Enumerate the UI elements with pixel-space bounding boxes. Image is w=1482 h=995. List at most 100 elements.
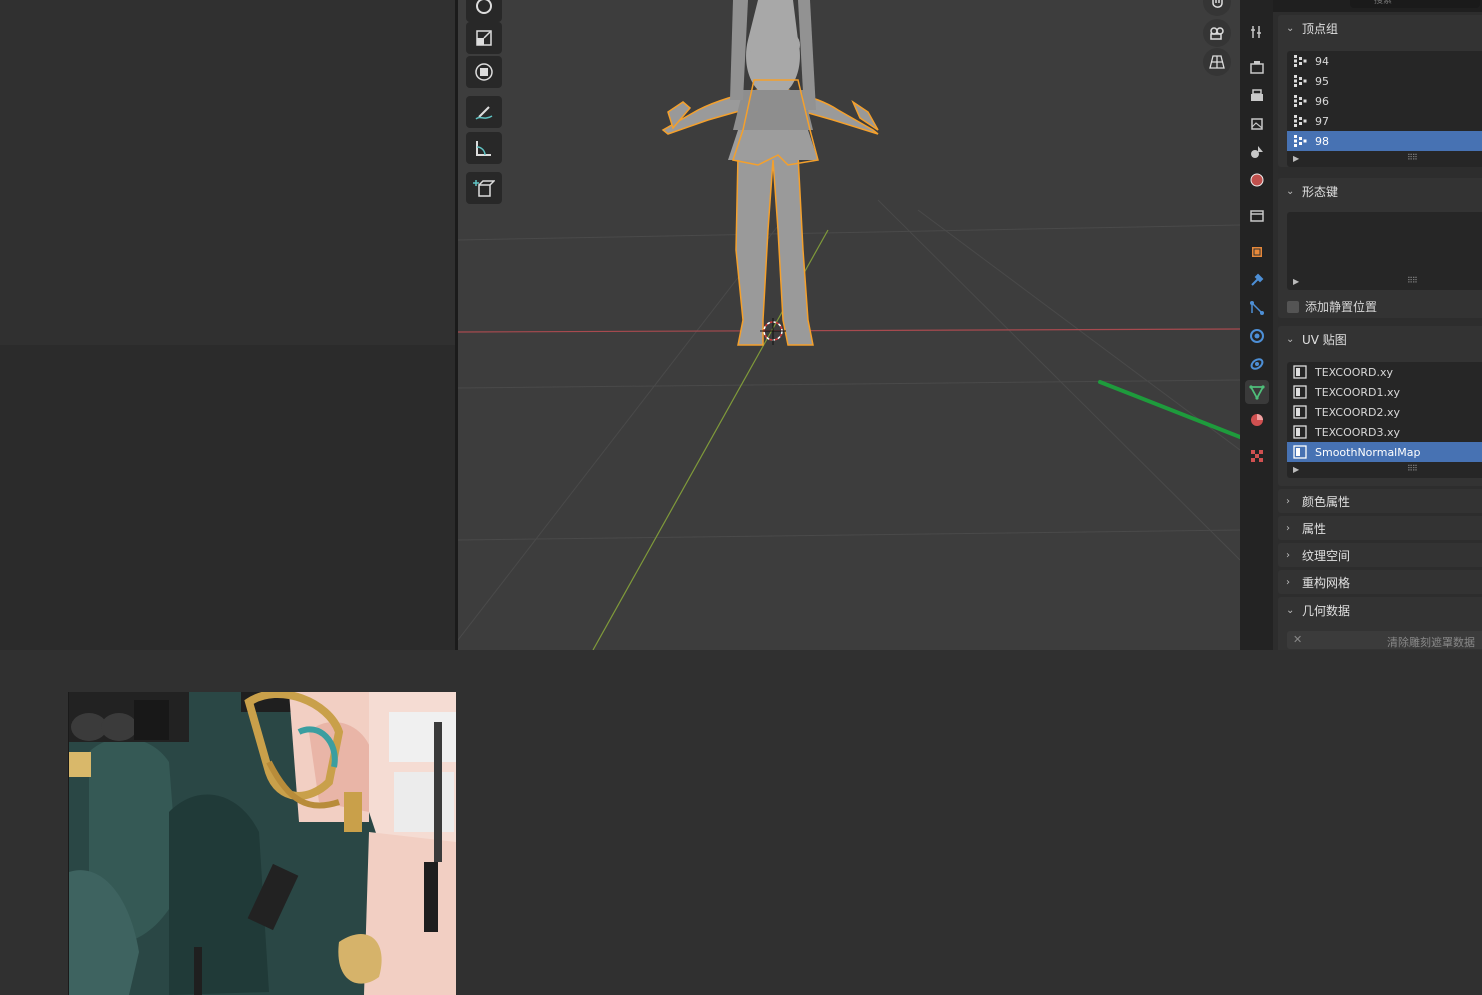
tool-tab-icon [1251,26,1261,38]
perspective-toggle-button[interactable] [1203,48,1231,76]
tab-world[interactable] [1245,168,1269,192]
list-footer: ▶ ⠿⠿ [1287,462,1482,478]
vertex-group-item[interactable]: 94 [1287,51,1482,71]
tab-collection[interactable] [1245,204,1269,228]
viewport-scene [458,0,1240,650]
tab-constraints[interactable] [1245,352,1269,376]
resize-grip-icon[interactable]: ⠿⠿ [1407,153,1418,162]
tab-scene[interactable] [1245,140,1269,164]
vertex-groups-list[interactable]: 94 95 96 97 98 ▶ ⠿⠿ [1287,51,1482,167]
vertex-group-item[interactable]: 95 [1287,71,1482,91]
camera-view-button[interactable] [1203,19,1231,47]
panel-title: 颜色属性 [1302,494,1351,509]
rotate-tool-button[interactable] [466,0,502,22]
color-attributes-panel-header[interactable]: › 颜色属性 [1278,489,1482,513]
empty-editor-area [0,0,455,345]
expand-triangle-icon[interactable]: ▶ [1293,277,1299,286]
scale-tool-button[interactable] [466,22,502,54]
properties-header: 搜索 [1273,0,1482,12]
uv-map-label: TEXCOORD.xy [1315,365,1394,379]
uv-map-item[interactable]: TEXCOORD1.xy [1287,382,1482,402]
hand-icon [1212,0,1223,8]
vertex-groups-header[interactable]: ⌄ 顶点组 [1278,15,1482,41]
vertex-group-icon [1294,95,1307,107]
tab-tool[interactable] [1245,20,1269,44]
tab-particles[interactable] [1245,296,1269,320]
grid-perspective-icon [1209,55,1225,69]
checkbox-box[interactable] [1287,300,1299,313]
shape-keys-list[interactable]: ▶ ⠿⠿ [1287,212,1482,290]
remesh-panel-header[interactable]: › 重构网格 [1278,570,1482,594]
expand-triangle-icon[interactable]: ▶ [1293,465,1299,474]
uv-map-icon [1293,365,1307,379]
properties-search-input[interactable]: 搜索 [1350,0,1480,8]
shape-keys-title: 形态键 [1302,184,1339,199]
view-layer-tab-icon [1251,118,1263,130]
tab-modifier[interactable] [1245,268,1269,292]
measure-ruler-icon [476,141,491,156]
vertex-group-label: 95 [1315,74,1329,88]
tab-mesh-data[interactable] [1245,380,1269,404]
uv-map-item[interactable]: TEXCOORD2.xy [1287,402,1482,422]
uv-map-item[interactable]: TEXCOORD3.xy [1287,422,1482,442]
constraints-tab-icon [1250,358,1264,370]
list-footer: ▶ ⠿⠿ [1287,274,1482,290]
image-editor[interactable] [0,345,456,995]
expand-triangle-icon[interactable]: ▶ [1293,154,1299,163]
uv-map-label: TEXCOORD2.xy [1315,405,1401,419]
texture-preview-image [68,692,456,995]
render-tab-icon [1250,61,1264,74]
transform-tool-button[interactable] [466,56,502,88]
chevron-right-icon: › [1286,576,1290,588]
resize-grip-icon[interactable]: ⠿⠿ [1407,464,1418,473]
geometry-data-title: 几何数据 [1302,603,1351,618]
geometry-data-header[interactable]: ⌄ 几何数据 [1278,597,1482,623]
rotate-icon [476,0,492,14]
add-rest-position-checkbox[interactable]: 添加静置位置 [1287,298,1377,315]
vertex-group-item-selected[interactable]: 98 [1287,131,1482,151]
vertex-groups-title: 顶点组 [1302,21,1339,36]
vertex-group-icon [1294,55,1307,67]
tab-physics[interactable] [1245,324,1269,348]
measure-tool-button[interactable] [466,132,502,164]
shape-keys-panel: ⌄ 形态键 ▶ ⠿⠿ [1278,178,1482,318]
uv-map-item-selected[interactable]: SmoothNormalMap [1287,442,1482,462]
material-tab-icon [1251,414,1263,426]
tab-material[interactable] [1245,408,1269,432]
vertex-group-label: 98 [1315,134,1329,148]
tab-view-layer[interactable] [1245,112,1269,136]
uv-map-icon [1293,425,1307,439]
output-tab-icon [1251,89,1263,101]
uv-maps-list[interactable]: TEXCOORD.xy TEXCOORD1.xy TEXCOORD2.xy TE… [1287,362,1482,478]
resize-grip-icon[interactable]: ⠿⠿ [1407,276,1418,285]
chevron-down-icon: ⌄ [1286,185,1295,197]
attributes-panel-header[interactable]: › 属性 [1278,516,1482,540]
uv-maps-header[interactable]: ⌄ UV 贴图 [1278,326,1482,352]
clear-sculpt-mask-label: 清除雕刻遮罩数据 [1387,636,1475,649]
vertex-group-item[interactable]: 96 [1287,91,1482,111]
properties-editor: 搜索 ⌄ 顶点组 94 95 96 97 98 ▶ ⠿⠿ ⌄ 形态键 ▶ ⠿⠿ 添加静置… [1273,0,1482,650]
shape-keys-header[interactable]: ⌄ 形态键 [1278,178,1482,204]
panel-title: 重构网格 [1302,575,1351,590]
vertex-group-item[interactable]: 97 [1287,111,1482,131]
properties-tab-strip [1240,0,1273,650]
chevron-right-icon: › [1286,495,1290,507]
modifier-tab-icon [1251,273,1264,286]
uv-map-label: TEXCOORD1.xy [1315,385,1401,399]
uv-map-icon [1293,405,1307,419]
texture-space-panel-header[interactable]: › 纹理空间 [1278,543,1482,567]
tab-render[interactable] [1245,56,1269,80]
chevron-right-icon: › [1286,522,1290,534]
panel-title: 属性 [1302,521,1327,536]
tab-object[interactable] [1245,240,1269,264]
add-cube-tool-button[interactable] [466,172,502,204]
collection-tab-icon [1250,210,1264,222]
clear-sculpt-mask-button[interactable]: ✕ 清除雕刻遮罩数据 [1287,631,1482,649]
3d-viewport[interactable] [458,0,1240,650]
annotate-tool-button[interactable] [466,96,502,128]
scene-tab-icon [1251,146,1263,158]
x-icon: ✕ [1293,633,1303,646]
uv-map-item[interactable]: TEXCOORD.xy [1287,362,1482,382]
tab-output[interactable] [1245,84,1269,108]
tab-texture[interactable] [1245,444,1269,468]
